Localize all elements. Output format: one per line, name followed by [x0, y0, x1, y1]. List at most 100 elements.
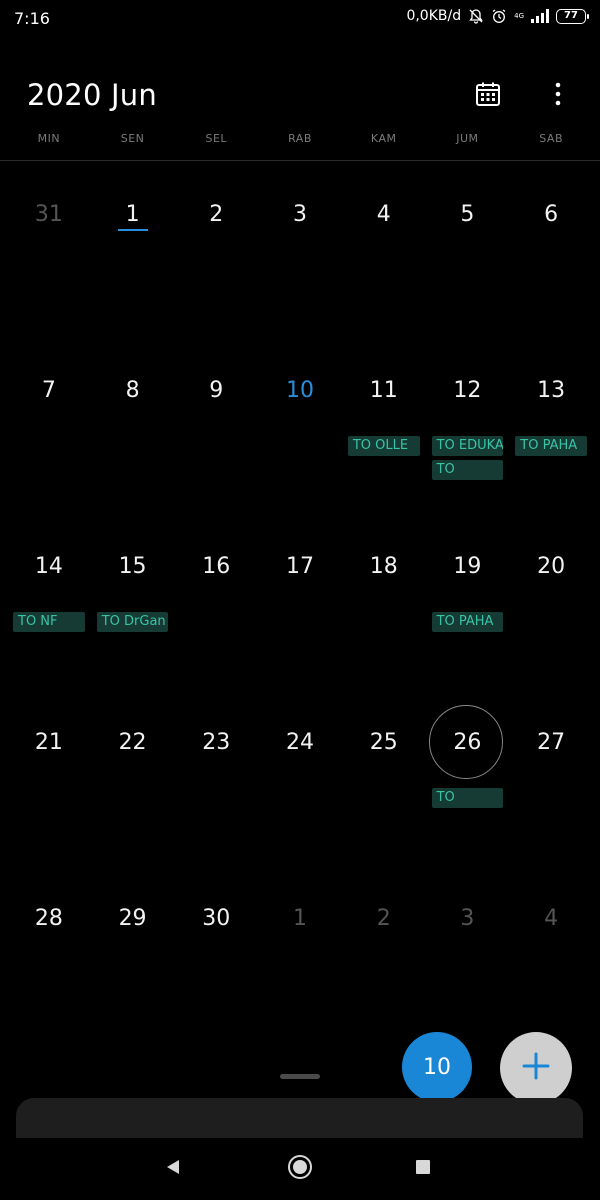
day-cell[interactable]: 14 TO NF: [7, 520, 91, 696]
home-button[interactable]: [285, 1154, 315, 1184]
signal-icon: [531, 9, 549, 23]
day-cell[interactable]: 30: [174, 872, 258, 1048]
day-number: 13: [537, 378, 566, 403]
day-number: 1: [125, 202, 140, 227]
day-number: 27: [537, 730, 566, 755]
add-event-button[interactable]: [500, 1032, 572, 1104]
recents-button[interactable]: [408, 1154, 438, 1184]
event-list: TO DrGan: [96, 612, 169, 632]
header-divider: [0, 160, 600, 161]
day-cell[interactable]: 7: [7, 344, 91, 520]
day-number: 6: [544, 202, 559, 227]
day-cell[interactable]: 16: [174, 520, 258, 696]
day-cell[interactable]: 2: [342, 872, 426, 1048]
day-number: 29: [118, 906, 147, 931]
back-button[interactable]: [158, 1154, 188, 1184]
day-number: 15: [118, 554, 147, 579]
today-button-label: 10: [423, 1054, 451, 1080]
day-number: 7: [41, 378, 56, 403]
day-number: 16: [202, 554, 231, 579]
weekday-label: MIN: [37, 132, 61, 145]
weekday-label: SAB: [539, 132, 564, 145]
event-list: TO NF: [13, 612, 85, 632]
event-list: TO EDUKA TO: [431, 436, 504, 480]
event-chip[interactable]: TO PAHA: [515, 436, 587, 456]
day-cell[interactable]: 31: [7, 168, 91, 344]
weekday-label: SEN: [120, 132, 145, 145]
event-chip[interactable]: TO: [431, 788, 504, 808]
event-list: TO PAHA: [515, 436, 587, 456]
status-time: 7:16: [14, 9, 50, 28]
event-chip[interactable]: TO: [431, 460, 504, 480]
weekday-label: SEL: [205, 132, 228, 145]
day-cell[interactable]: 4: [342, 168, 426, 344]
calendar-header: 2020 Jun: [0, 70, 600, 126]
calendar-view-button[interactable]: [472, 80, 504, 112]
back-triangle-icon: [164, 1158, 182, 1180]
day-number: 17: [285, 554, 314, 579]
day-cell[interactable]: 25: [342, 696, 426, 872]
today-button[interactable]: 10: [402, 1032, 472, 1102]
day-cell[interactable]: 15 TO DrGan: [91, 520, 175, 696]
day-number: 11: [369, 378, 398, 403]
day-cell[interactable]: 22: [91, 696, 175, 872]
day-number: 26: [453, 730, 482, 755]
day-cell[interactable]: 19 TO PAHA: [426, 520, 510, 696]
day-number: 30: [202, 906, 231, 931]
day-number: 8: [125, 378, 140, 403]
day-cell[interactable]: 9: [174, 344, 258, 520]
day-cell[interactable]: 6: [509, 168, 593, 344]
day-number: 25: [369, 730, 398, 755]
mute-bell-icon: [468, 8, 484, 24]
bottom-sheet[interactable]: [16, 1098, 583, 1138]
day-cell[interactable]: 10: [258, 344, 342, 520]
event-chip[interactable]: TO DrGan: [96, 612, 169, 632]
sheet-drag-handle[interactable]: [280, 1074, 320, 1079]
day-cell[interactable]: 12 TO EDUKA TO: [426, 344, 510, 520]
status-icons: 0,0KB/d 4G 77: [406, 8, 589, 24]
month-title[interactable]: 2020 Jun: [27, 78, 157, 112]
day-cell[interactable]: 29: [91, 872, 175, 1048]
day-cell[interactable]: 8: [91, 344, 175, 520]
event-chip[interactable]: TO PAHA: [431, 612, 504, 632]
weekday-label: JUM: [456, 132, 479, 145]
day-number: 12: [453, 378, 482, 403]
day-number: 22: [118, 730, 147, 755]
day-cell[interactable]: 3: [426, 872, 510, 1048]
day-cell[interactable]: 13 TO PAHA: [509, 344, 593, 520]
more-vertical-icon: [555, 82, 561, 110]
event-list: TO OLLE: [347, 436, 420, 456]
day-cell[interactable]: 4: [509, 872, 593, 1048]
event-chip[interactable]: TO NF: [13, 612, 85, 632]
battery-level: 77: [564, 10, 578, 21]
battery-icon: 77: [556, 8, 589, 24]
month-grid: 31 1 2 3 4 5 6 7 8 9 10 11 TO OLLE 12 TO EDUKA TO 13 TO P…: [7, 168, 593, 1048]
day-cell[interactable]: 2: [174, 168, 258, 344]
day-cell[interactable]: 23: [174, 696, 258, 872]
event-list: TO PAHA: [431, 612, 504, 632]
day-cell[interactable]: 1: [91, 168, 175, 344]
day-cell[interactable]: 20: [509, 520, 593, 696]
day-cell[interactable]: 17: [258, 520, 342, 696]
system-navigation-bar: [0, 1138, 600, 1200]
day-cell[interactable]: 26 TO: [426, 696, 510, 872]
weekday-row: MIN SEN SEL RAB KAM JUM SAB: [7, 132, 593, 156]
event-chip[interactable]: TO EDUKA: [431, 436, 504, 456]
day-cell[interactable]: 27: [509, 696, 593, 872]
day-cell[interactable]: 28: [7, 872, 91, 1048]
event-chip[interactable]: TO OLLE: [347, 436, 420, 456]
calendar-icon: [475, 81, 501, 111]
day-number: 28: [34, 906, 63, 931]
day-cell[interactable]: 18: [342, 520, 426, 696]
day-number: 3: [292, 202, 307, 227]
day-number: 19: [453, 554, 482, 579]
day-cell[interactable]: 5: [426, 168, 510, 344]
day-cell[interactable]: 1: [258, 872, 342, 1048]
day-cell[interactable]: 21: [7, 696, 91, 872]
network-speed: 0,0KB/d: [406, 8, 462, 24]
day-cell[interactable]: 24: [258, 696, 342, 872]
more-options-button[interactable]: [544, 80, 572, 112]
day-number: 20: [537, 554, 566, 579]
day-cell[interactable]: 11 TO OLLE: [342, 344, 426, 520]
day-cell[interactable]: 3: [258, 168, 342, 344]
